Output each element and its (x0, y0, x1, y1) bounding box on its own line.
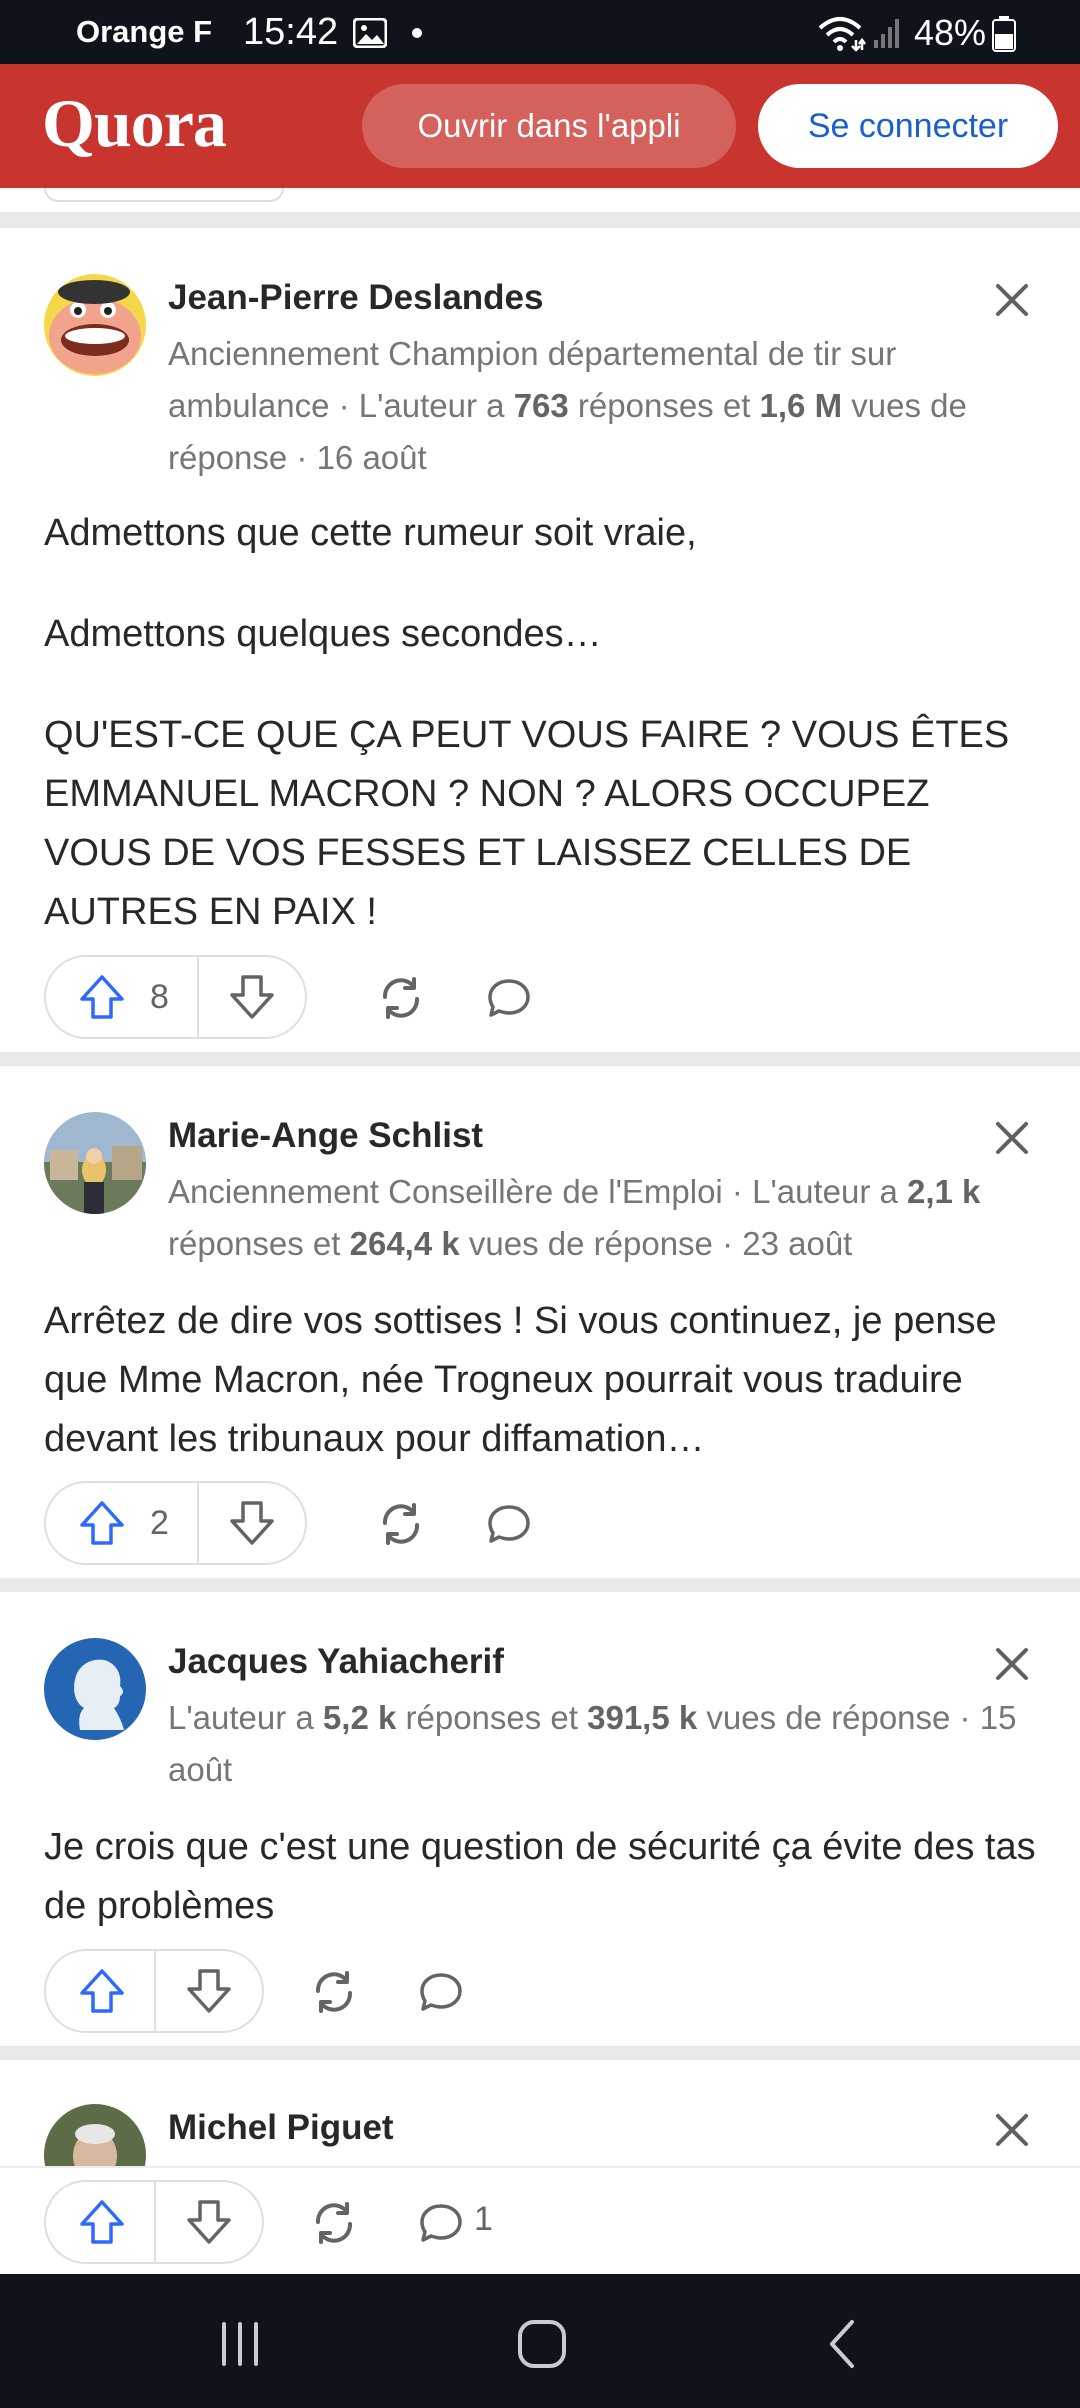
battery-icon (992, 16, 1016, 52)
close-icon[interactable] (990, 1642, 1034, 1686)
upvote-button[interactable] (46, 2182, 154, 2262)
comment-icon[interactable] (416, 1967, 466, 2017)
author-name[interactable]: Jacques Yahiacherif (168, 1642, 504, 1682)
downvote-arrow-icon (230, 1501, 274, 1545)
recent-apps-icon[interactable] (210, 2314, 270, 2374)
answer-body: Arrêtez de dire vos sottises ! Si vous c… (44, 1292, 1044, 1511)
system-nav-bar (0, 2274, 1080, 2408)
author-name[interactable]: Michel Piguet (168, 2108, 394, 2148)
author-credentials: L'auteur a 5,2 k réponses et 391,5 k vue… (168, 1699, 1017, 1788)
downvote-arrow-icon (230, 975, 274, 1019)
upvote-arrow-icon (80, 1501, 124, 1545)
avatar[interactable] (44, 1638, 146, 1740)
comment-icon[interactable] (416, 2198, 466, 2248)
share-refresh-icon[interactable] (376, 973, 426, 1023)
feed-divider (0, 2046, 1080, 2060)
vote-control: 8 (44, 955, 307, 1039)
status-bar: Orange F 15:42 48% (0, 0, 1080, 64)
answer-paragraph: Admettons quelques secondes… (44, 613, 602, 655)
home-icon[interactable] (512, 2314, 572, 2374)
upvote-count: 2 (150, 1503, 169, 1542)
upvote-button[interactable]: 8 (46, 957, 197, 1037)
answer-paragraph: Arrêtez de dire vos sottises ! Si vous c… (44, 1300, 997, 1460)
author-credentials: Anciennement Champion départemental de t… (168, 335, 967, 476)
previous-answer-vote-partial (44, 188, 284, 202)
answer-paragraph: QU'EST-CE QUE ÇA PEUT VOUS FAIRE ? VOUS … (44, 714, 1010, 933)
app-header: Quora Ouvrir dans l'appli Se connecter (0, 64, 1080, 188)
author-name[interactable]: Jean-Pierre Deslandes (168, 278, 543, 318)
comment-icon[interactable] (484, 1499, 534, 1549)
vote-control (44, 2180, 264, 2264)
feed-divider (0, 1052, 1080, 1066)
login-button[interactable]: Se connecter (758, 84, 1058, 168)
back-icon[interactable] (814, 2314, 874, 2374)
close-icon[interactable] (990, 1116, 1034, 1160)
feed-divider (0, 212, 1080, 228)
answer-body: Admettons que cette rumeur soit vraie, A… (44, 504, 1044, 984)
gallery-notification-icon (353, 18, 387, 48)
upvote-count: 8 (150, 977, 169, 1016)
close-icon[interactable] (990, 2108, 1034, 2152)
notification-dot-icon (412, 28, 422, 38)
quora-logo[interactable]: Quora (42, 84, 227, 163)
downvote-button[interactable] (156, 1951, 262, 2031)
upvote-button[interactable] (46, 1951, 154, 2031)
vote-control: 2 (44, 1481, 307, 1565)
battery-level: 48% (914, 12, 987, 53)
comment-icon[interactable] (484, 973, 534, 1023)
answer-paragraph: Je crois que c'est une question de sécur… (44, 1826, 1036, 1927)
avatar[interactable] (44, 274, 146, 376)
upvote-arrow-icon (80, 2200, 124, 2244)
downvote-button[interactable] (156, 2182, 262, 2262)
wifi-icon (818, 17, 866, 52)
downvote-button[interactable] (199, 1483, 305, 1563)
vote-control (44, 1949, 264, 2033)
downvote-button[interactable] (199, 957, 305, 1037)
share-refresh-icon[interactable] (309, 2198, 359, 2248)
signal-icon (874, 19, 899, 48)
upvote-button[interactable]: 2 (46, 1483, 197, 1563)
open-in-app-button[interactable]: Ouvrir dans l'appli (362, 84, 736, 168)
answer-paragraph: Admettons que cette rumeur soit vraie, (44, 512, 697, 554)
downvote-arrow-icon (187, 2200, 231, 2244)
author-name[interactable]: Marie-Ange Schlist (168, 1116, 483, 1156)
author-credentials: Anciennement Conseillère de l'Emploi · L… (168, 1173, 981, 1262)
upvote-arrow-icon (80, 1969, 124, 2013)
status-time: 15:42 (243, 11, 339, 53)
upvote-arrow-icon (80, 975, 124, 1019)
share-refresh-icon[interactable] (309, 1967, 359, 2017)
avatar[interactable] (44, 1112, 146, 1214)
downvote-arrow-icon (187, 1969, 231, 2013)
feed-divider (0, 1578, 1080, 1592)
comment-count: 1 (474, 2200, 493, 2238)
share-refresh-icon[interactable] (376, 1499, 426, 1549)
sticky-action-bar: 1 (0, 2166, 1080, 2274)
carrier-name: Orange F (76, 14, 213, 49)
close-icon[interactable] (990, 278, 1034, 322)
